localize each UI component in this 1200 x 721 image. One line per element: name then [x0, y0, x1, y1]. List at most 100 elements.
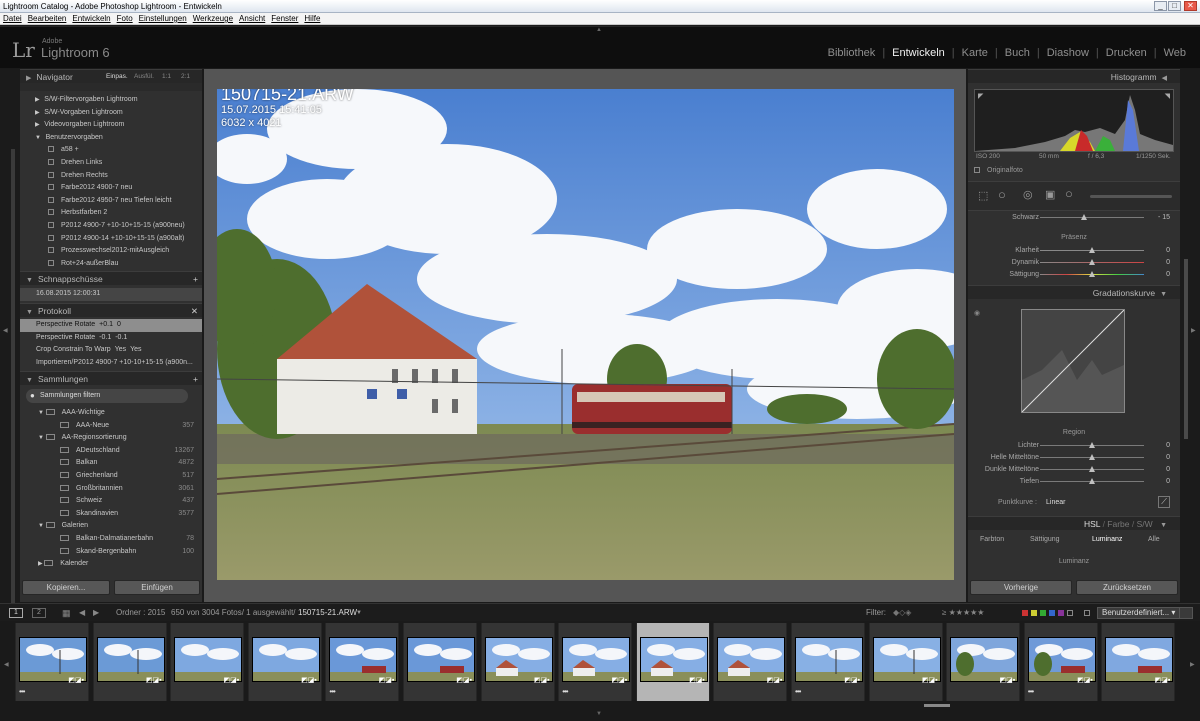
preset-item[interactable]: Rot+24-außerBlau	[20, 258, 202, 271]
add-collection-icon[interactable]: +	[193, 372, 198, 386]
filter-lock-icon[interactable]	[1179, 607, 1193, 619]
previous-button[interactable]: Vorherige	[970, 580, 1072, 595]
flag-filter-icon[interactable]: ◆◇◈	[893, 604, 911, 622]
slider-knob[interactable]	[1089, 442, 1095, 448]
menu-hilfe[interactable]: Hilfe	[304, 13, 320, 24]
edit-point-curve-icon[interactable]: ⟋	[1158, 496, 1170, 508]
graduated-filter-icon[interactable]: ▣	[1045, 188, 1055, 201]
subtab-saettigung[interactable]: Sättigung	[1030, 536, 1060, 543]
blue-label-filter[interactable]	[1049, 610, 1055, 616]
collection-item[interactable]: Balkan-Dalmatianerbahn 78	[20, 533, 202, 546]
collection-item[interactable]: Griechenland 517	[20, 470, 202, 483]
filmstrip-scroll-left-icon[interactable]: ◀	[4, 661, 9, 668]
highlight-clipping-icon[interactable]: ◥	[1165, 92, 1170, 100]
filmstrip-thumbnail[interactable]: ◩◪▪	[480, 623, 555, 701]
secondary-display-button[interactable]: 2	[32, 608, 46, 618]
maximize-button[interactable]: □	[1168, 1, 1181, 11]
collection-item[interactable]: Skandinavien 3577	[20, 508, 202, 521]
filmstrip-thumbnail[interactable]: ◩◪▪	[868, 623, 943, 701]
right-scrollbar[interactable]	[1184, 259, 1188, 439]
slider-value[interactable]: 0	[1166, 440, 1170, 452]
preset-item[interactable]: P2012 4900-7 +10-10+15-15 (a900neu)	[20, 220, 202, 233]
slider-1[interactable]: Helle Mitteltöne 0	[968, 452, 1180, 464]
thumbnail-badges-icon[interactable]: ◩◪▪	[611, 676, 627, 684]
slider-value[interactable]: 0	[1166, 257, 1170, 269]
crop-tool-icon[interactable]: ⬚	[978, 189, 988, 202]
clear-history-icon[interactable]: ✕	[191, 304, 198, 318]
collection-item[interactable]: Großbritannien 3061	[20, 483, 202, 496]
filmstrip-thumbnail[interactable]: ◩◪▪	[92, 623, 167, 701]
spot-removal-icon[interactable]: ○	[998, 187, 1006, 202]
slider-3[interactable]: Tiefen 0	[968, 476, 1180, 488]
current-filename[interactable]: 150715-21.ARW	[298, 604, 357, 622]
preset-item[interactable]: Prozesswechsel2012-mitAusgleich	[20, 245, 202, 258]
preset-item[interactable]: ▶ S/W-Vorgaben Lightroom	[20, 107, 202, 120]
primary-display-button[interactable]: 1	[9, 608, 23, 618]
collection-item[interactable]: ▼ AAA-Wichtige	[20, 407, 202, 420]
tab-hsl[interactable]: HSL	[1084, 519, 1100, 529]
zoom-fill[interactable]: Ausfül.	[134, 70, 154, 84]
preset-item[interactable]: Drehen Rechts	[20, 170, 202, 183]
subtab-farbton[interactable]: Farbton	[980, 536, 1004, 543]
filmstrip-thumbnail[interactable]: ◩◪▪ •••	[1023, 623, 1098, 701]
filmstrip-thumbnail[interactable]: ◩◪▪	[946, 623, 1021, 701]
slider-2[interactable]: Sättigung 0	[968, 269, 1180, 281]
redeye-icon[interactable]: ◎	[1023, 188, 1033, 201]
right-panel-toggle-icon[interactable]: ▶	[1191, 327, 1196, 334]
filename-dropdown-icon[interactable]: ▼	[356, 604, 362, 622]
history-item[interactable]: Crop Constrain To Warp Yes Yes	[20, 344, 202, 357]
module-bibliothek[interactable]: Bibliothek	[821, 47, 883, 59]
preset-item[interactable]: Herbstfarben 2	[20, 207, 202, 220]
copy-settings-button[interactable]: Kopieren...	[22, 580, 110, 595]
original-photo-toggle[interactable]: Originalfoto	[974, 167, 1023, 174]
thumbnail-badges-icon[interactable]: ◩◪▪	[999, 676, 1015, 684]
menu-bearbeiten[interactable]: Bearbeiten	[28, 13, 67, 24]
zoom-fit[interactable]: Einpas.	[106, 70, 128, 84]
filmstrip-thumbnail[interactable]: ◩◪▪	[170, 623, 245, 701]
history-header[interactable]: ▼ Protokoll ✕	[20, 303, 202, 317]
subtab-luminanz[interactable]: Luminanz	[1092, 536, 1122, 543]
module-karte[interactable]: Karte	[955, 47, 995, 59]
filmstrip-thumbnail[interactable]: ◩◪▪	[247, 623, 322, 701]
back-arrow-icon[interactable]: ◀	[79, 604, 85, 622]
menu-werkzeuge[interactable]: Werkzeuge	[193, 13, 233, 24]
rating-filter-icon[interactable]: ≥ ★★★★★	[942, 604, 984, 622]
thumbnail-badges-icon[interactable]: ◩◪▪	[844, 676, 860, 684]
slider-value[interactable]: 0	[1166, 476, 1170, 488]
module-entwickeln[interactable]: Entwickeln	[885, 47, 952, 59]
collection-item[interactable]: AAA-Neue 357	[20, 420, 202, 433]
navigator-header[interactable]: ▶ Navigator Einpas. Ausfül. 1:1 2:1	[20, 69, 202, 83]
paste-settings-button[interactable]: Einfügen	[114, 580, 200, 595]
purple-label-filter[interactable]	[1058, 610, 1064, 616]
filmstrip-thumbnail[interactable]: ◩◪▪ •••	[325, 623, 400, 701]
histogram-header[interactable]: Histogramm ◀	[968, 69, 1180, 83]
thumbnail-badges-icon[interactable]: ◩◪▪	[922, 676, 938, 684]
menu-einstellungen[interactable]: Einstellungen	[139, 13, 187, 24]
red-label-filter[interactable]	[1022, 610, 1028, 616]
filmstrip-thumbnail[interactable]: ◩◪▪	[635, 623, 710, 701]
grid-view-icon[interactable]: ▦	[62, 604, 71, 622]
menu-ansicht[interactable]: Ansicht	[239, 13, 265, 24]
slider-knob[interactable]	[1089, 271, 1095, 277]
thumbnail-badges-icon[interactable]: ◩◪▪	[68, 676, 84, 684]
module-diashow[interactable]: Diashow	[1040, 47, 1096, 59]
other-label-filter[interactable]	[1084, 610, 1090, 616]
thumbnail-badges-icon[interactable]: ◩◪▪	[223, 676, 239, 684]
collection-item[interactable]: Skand-Bergenbahn 100	[20, 546, 202, 559]
filmstrip-thumbnail[interactable]: ◩◪▪	[403, 623, 477, 701]
no-label-filter[interactable]	[1067, 610, 1073, 616]
black-slider[interactable]: Schwarz - 15	[968, 212, 1180, 224]
menu-fenster[interactable]: Fenster	[271, 13, 298, 24]
menu-datei[interactable]: Datei	[3, 13, 22, 24]
close-button[interactable]: ✕	[1184, 1, 1197, 11]
thumbnail-badges-icon[interactable]: ◩◪▪	[534, 676, 550, 684]
slider-value[interactable]: 0	[1166, 269, 1170, 281]
filmstrip-thumbnail[interactable]: ◩◪▪	[713, 623, 788, 701]
filmstrip-thumbnail[interactable]: ◩◪▪ •••	[558, 623, 633, 701]
slider-knob[interactable]	[1089, 466, 1095, 472]
preset-item[interactable]: P2012 4900-14 +10-10+15-15 (a900alt)	[20, 233, 202, 246]
zoom-1-1[interactable]: 1:1	[162, 70, 171, 84]
shadow-clipping-icon[interactable]: ◤	[978, 92, 983, 100]
snapshot-item[interactable]: 16.08.2015 12:00:31	[20, 288, 202, 301]
adjustment-brush-slider[interactable]	[1090, 195, 1172, 198]
